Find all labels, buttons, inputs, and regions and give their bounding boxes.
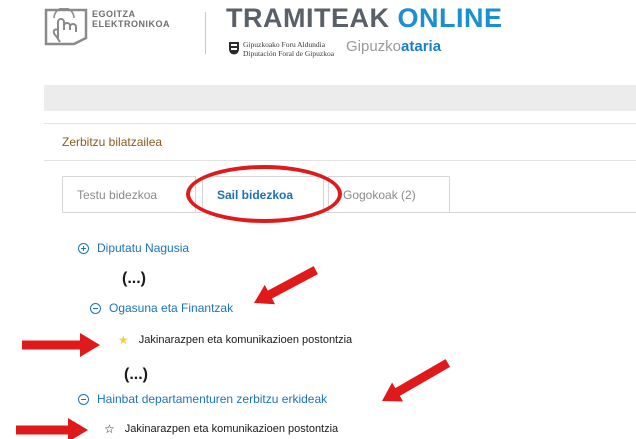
annotation-arrow (22, 333, 100, 357)
annotation-arrow (382, 359, 451, 402)
annotation-arrow (16, 418, 88, 439)
annotation-arrows (16, 266, 451, 439)
annotation-arrow (254, 266, 318, 305)
